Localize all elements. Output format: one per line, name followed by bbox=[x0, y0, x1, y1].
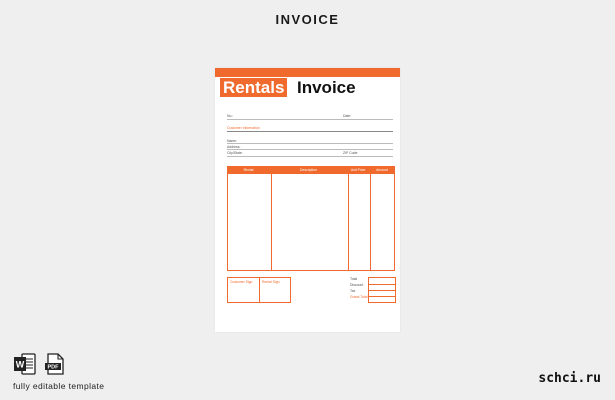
pdf-icon[interactable]: PDF bbox=[43, 352, 67, 376]
col-divider bbox=[348, 174, 349, 270]
col-amount: Amount bbox=[376, 168, 388, 172]
customer-section-line bbox=[227, 131, 393, 132]
address-line bbox=[227, 149, 393, 150]
word-icon-letter: W bbox=[16, 360, 25, 370]
customer-sign-label: Customer Sign bbox=[230, 280, 253, 284]
col-description: Description bbox=[300, 168, 317, 172]
brand-primary: Rentals bbox=[220, 78, 288, 97]
totals-row-line bbox=[369, 284, 395, 285]
city-label: City/State: bbox=[227, 151, 243, 155]
no-label: No.: bbox=[227, 114, 234, 118]
items-table-body bbox=[227, 174, 395, 271]
col-divider bbox=[370, 174, 371, 270]
city-line bbox=[227, 156, 393, 157]
name-line bbox=[227, 143, 393, 144]
total-label: Total bbox=[350, 277, 358, 281]
pdf-icon-text: PDF bbox=[48, 365, 60, 371]
date-label: Date: bbox=[343, 114, 352, 118]
zip-label: ZIP Code: bbox=[343, 151, 359, 155]
invoice-preview[interactable]: Rentals Invoice No.: Date: Customer Info… bbox=[215, 68, 400, 332]
invoice-top-bar bbox=[215, 68, 400, 77]
customer-section-label: Customer Information bbox=[227, 126, 260, 130]
col-rental: Rental bbox=[243, 168, 254, 172]
tax-label: Tax bbox=[350, 289, 356, 293]
rental-sign-label: Rental Sign bbox=[262, 280, 280, 284]
date-line bbox=[343, 119, 393, 120]
brand-secondary: Invoice bbox=[297, 78, 356, 97]
col-unit-price: Unit Price bbox=[350, 168, 366, 172]
items-table-header: Rental Description Unit Price Amount bbox=[227, 166, 395, 174]
word-icon[interactable]: W bbox=[13, 352, 37, 376]
site-watermark: schci.ru bbox=[538, 371, 601, 386]
page-title: INVOICE bbox=[275, 12, 340, 27]
totals-row-line bbox=[369, 290, 395, 291]
col-divider bbox=[271, 174, 272, 270]
totals-box bbox=[368, 277, 396, 303]
signature-box: Customer Sign Rental Sign bbox=[227, 277, 291, 303]
signature-divider bbox=[259, 278, 260, 302]
no-line bbox=[227, 119, 345, 120]
template-caption: fully editable template bbox=[13, 381, 105, 391]
totals-row-line bbox=[369, 296, 395, 297]
grand-total-label: Grand Total bbox=[350, 295, 368, 299]
discount-label: Discount bbox=[350, 283, 364, 287]
